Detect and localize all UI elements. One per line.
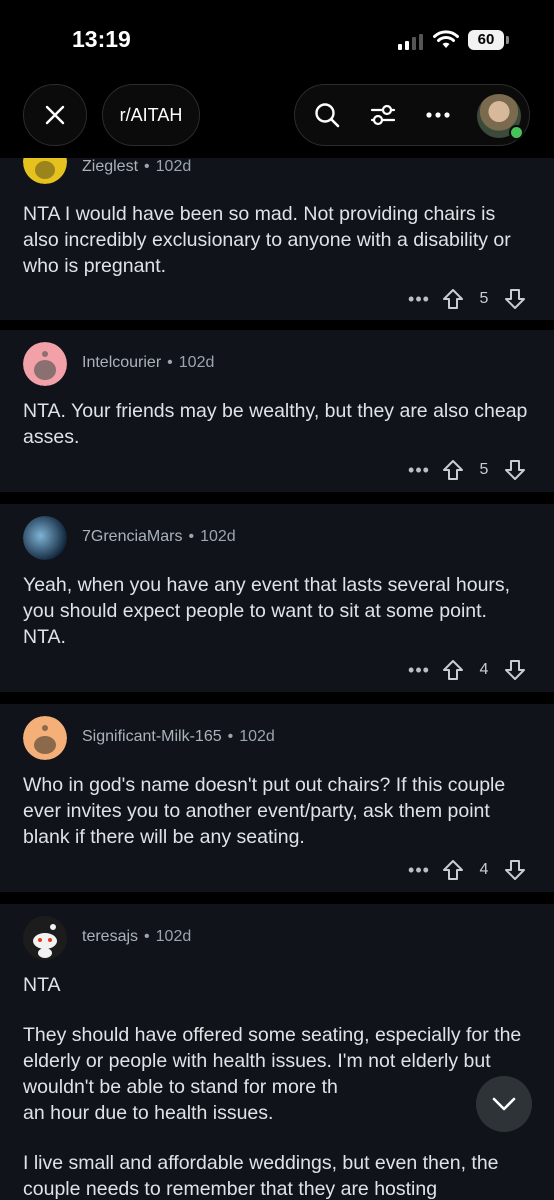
comment-paragraph: NTA xyxy=(23,974,61,996)
comment-meta: 7GrenciaMars • 102d xyxy=(82,528,236,545)
username[interactable]: teresajs xyxy=(82,928,138,945)
comment-actions: ••• 4 xyxy=(402,855,532,885)
comment-actions: ••• 5 xyxy=(402,455,532,485)
username[interactable]: Significant-Milk-165 xyxy=(82,728,222,745)
downvote-button[interactable] xyxy=(498,659,532,681)
downvote-arrow-icon xyxy=(505,860,525,880)
snoo-avatar-icon xyxy=(23,342,67,386)
top-nav-bar: r/AITAH xyxy=(0,80,554,158)
cellular-signal-icon xyxy=(398,34,423,50)
battery-tip xyxy=(506,36,509,44)
snoo-avatar-icon xyxy=(23,158,67,184)
avatar[interactable] xyxy=(23,158,67,184)
comment-paragraph: NTA I would have been so mad. Not provid… xyxy=(23,203,511,277)
comment-card: 7GrenciaMars • 102d Yeah, when you have an… xyxy=(0,504,554,692)
comment-body: Yeah, when you have any event that lasts… xyxy=(23,572,533,650)
status-bar: 13:19 60 xyxy=(0,0,554,80)
chevron-down-icon xyxy=(492,1097,516,1111)
close-icon xyxy=(45,105,65,125)
scroll-down-button[interactable] xyxy=(476,1076,532,1132)
avatar[interactable] xyxy=(23,342,67,386)
username[interactable]: Zieglest xyxy=(82,158,138,175)
online-status-dot xyxy=(509,125,524,140)
downvote-arrow-icon xyxy=(505,289,525,309)
comment-age: 102d xyxy=(155,928,192,945)
subreddit-pill[interactable]: r/AITAH xyxy=(102,84,200,146)
upvote-arrow-icon xyxy=(443,289,463,309)
comment-body: NTA I would have been so mad. Not provid… xyxy=(23,201,533,279)
filter-button[interactable] xyxy=(361,85,405,145)
search-button[interactable] xyxy=(305,85,349,145)
comment-age: 102d xyxy=(178,354,215,371)
comment-paragraph: Yeah, when you have any event that lasts… xyxy=(23,574,511,648)
user-photo-avatar xyxy=(23,516,67,560)
avatar[interactable] xyxy=(23,916,67,960)
username[interactable]: Intelcourier xyxy=(82,354,161,371)
more-icon xyxy=(426,112,450,118)
upvote-arrow-icon xyxy=(443,660,463,680)
snoo-avatar-icon xyxy=(23,716,67,760)
comment-card: teresajs • 102d NTA They should have offer… xyxy=(0,904,554,1200)
comment-actions: ••• 4 xyxy=(402,655,532,685)
comment-feed: Zieglest • 102d NTA I would have been so m… xyxy=(0,158,554,1200)
downvote-arrow-icon xyxy=(505,660,525,680)
comment-body: NTA They should have offered some seatin… xyxy=(23,972,533,1200)
upvote-button[interactable] xyxy=(436,459,470,481)
comment-card: Significant-Milk-165 • 102d Who in god's n… xyxy=(0,704,554,892)
comment-body: NTA. Your friends may be wealthy, but th… xyxy=(23,398,533,450)
upvote-button[interactable] xyxy=(436,659,470,681)
downvote-button[interactable] xyxy=(498,859,532,881)
comment-paragraph: Who in god's name doesn't put out chairs… xyxy=(23,774,506,848)
more-options-button[interactable] xyxy=(415,85,461,145)
search-icon xyxy=(315,103,340,128)
comment-paragraph: They should have offered some seating, e… xyxy=(23,1024,522,1098)
vote-count: 5 xyxy=(479,290,489,307)
snoo-avatar-icon xyxy=(23,916,67,960)
comment-paragraph: an hour due to health issues. xyxy=(23,1102,274,1124)
vote-count: 5 xyxy=(479,461,489,478)
upvote-arrow-icon xyxy=(443,460,463,480)
upvote-button[interactable] xyxy=(436,859,470,881)
comment-meta: Zieglest • 102d xyxy=(82,158,192,175)
avatar[interactable] xyxy=(23,716,67,760)
close-button[interactable] xyxy=(23,84,87,146)
downvote-button[interactable] xyxy=(498,459,532,481)
vote-count: 4 xyxy=(479,661,489,678)
wifi-icon xyxy=(433,30,459,48)
more-options-button[interactable]: ••• xyxy=(402,660,436,681)
username[interactable]: 7GrenciaMars xyxy=(82,528,182,545)
vote-count: 4 xyxy=(479,861,489,878)
comment-paragraph: I live small and affordable weddings, bu… xyxy=(23,1152,499,1200)
comment-meta: Intelcourier • 102d xyxy=(82,354,215,371)
more-options-button[interactable]: ••• xyxy=(402,460,436,481)
clock: 13:19 xyxy=(72,26,131,52)
upvote-arrow-icon xyxy=(443,860,463,880)
more-options-button[interactable]: ••• xyxy=(402,860,436,881)
comment-meta: teresajs • 102d xyxy=(82,928,192,945)
nav-actions-group xyxy=(294,84,530,146)
comment-actions: ••• 5 xyxy=(402,284,532,314)
downvote-button[interactable] xyxy=(498,288,532,310)
comment-age: 102d xyxy=(155,158,192,175)
battery-indicator: 60 xyxy=(468,30,504,50)
comment-card: Zieglest • 102d NTA I would have been so m… xyxy=(0,158,554,320)
comment-age: 102d xyxy=(200,528,236,545)
comment-meta: Significant-Milk-165 • 102d xyxy=(82,728,275,745)
comment-body: Who in god's name doesn't put out chairs… xyxy=(23,772,533,850)
upvote-button[interactable] xyxy=(436,288,470,310)
comment-age: 102d xyxy=(239,728,275,745)
sliders-icon xyxy=(370,104,396,126)
more-options-button[interactable]: ••• xyxy=(402,289,436,310)
downvote-arrow-icon xyxy=(505,460,525,480)
avatar[interactable] xyxy=(23,516,67,560)
comment-paragraph: NTA. Your friends may be wealthy, but th… xyxy=(23,400,528,448)
comment-card: Intelcourier • 102d NTA. Your friends may … xyxy=(0,330,554,492)
